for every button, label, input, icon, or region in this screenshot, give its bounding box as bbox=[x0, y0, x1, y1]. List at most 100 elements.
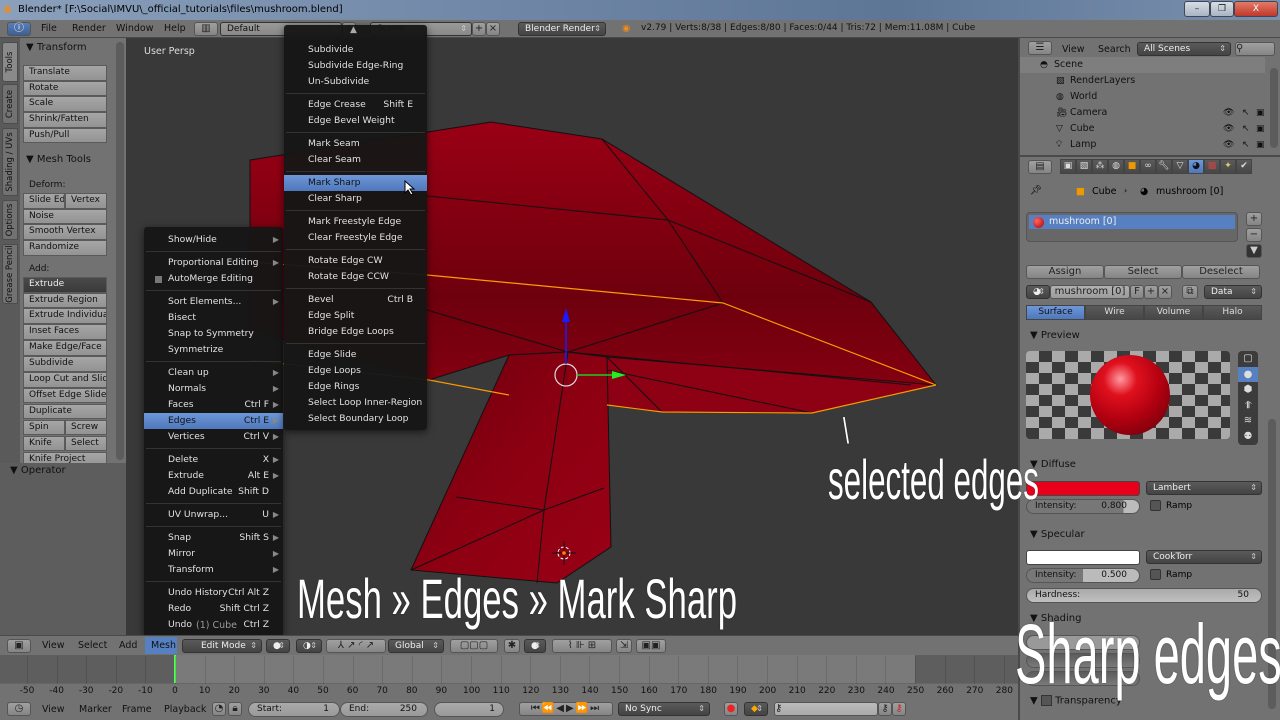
menu-window[interactable]: Window bbox=[116, 23, 153, 34]
add-slot-button[interactable]: + bbox=[1246, 212, 1262, 226]
menu-item-rotate-edge-ccw[interactable]: Rotate Edge CCW bbox=[284, 269, 427, 285]
menu-item-redo[interactable]: Redo Shift Ctrl Z bbox=[144, 601, 283, 617]
new-material-button[interactable]: + bbox=[1144, 285, 1158, 299]
properties-editor-icon[interactable]: ▤ bbox=[1028, 160, 1052, 174]
tool-offset-edge-slide-button[interactable]: Offset Edge Slide bbox=[23, 387, 107, 404]
tool-translate-button[interactable]: Translate bbox=[23, 65, 107, 81]
menu-item-undo-history[interactable]: Undo History Ctrl Alt Z bbox=[144, 585, 283, 601]
layout-icon[interactable]: ▥ bbox=[194, 22, 218, 36]
outliner-editor-icon[interactable]: ☰ bbox=[1028, 41, 1052, 55]
menu-item-select-loop-inner-region[interactable]: Select Loop Inner-Region bbox=[284, 395, 427, 411]
outliner-item-scene[interactable]: ◓ Scene bbox=[1020, 57, 1265, 73]
diffuse-color-swatch[interactable] bbox=[1026, 481, 1140, 496]
close-button[interactable]: X bbox=[1234, 1, 1278, 17]
preview-type-buttons[interactable]: ▢ ● ⬢ ⥣ ≋ ⚉ bbox=[1238, 351, 1258, 445]
unlink-material-button[interactable]: × bbox=[1158, 285, 1172, 299]
menu-item-rotate-edge-cw[interactable]: Rotate Edge CW bbox=[284, 253, 427, 269]
keying-icon[interactable]: ◔ bbox=[212, 702, 226, 716]
menu-item-sort-elements-[interactable]: Sort Elements... ▶ bbox=[144, 294, 283, 310]
menu-item-edge-slide[interactable]: Edge Slide bbox=[284, 347, 427, 363]
material-tab-volume[interactable]: Volume bbox=[1144, 305, 1203, 320]
pin-icon[interactable]: 📌︎ bbox=[1030, 185, 1042, 196]
tool-loop-cut-and-slide-button[interactable]: Loop Cut and Slide bbox=[23, 372, 107, 388]
transform-panel-header[interactable]: ▼ Transform bbox=[26, 42, 87, 53]
tool-subdivide-button[interactable]: Subdivide bbox=[23, 356, 107, 372]
menu-item-subdivide-edge-ring[interactable]: Subdivide Edge-Ring bbox=[284, 58, 427, 74]
outliner-filter-selector[interactable]: All Scenes bbox=[1137, 42, 1231, 56]
start-frame-field[interactable]: Start: 1 bbox=[248, 702, 340, 717]
deselect-button[interactable]: Deselect bbox=[1182, 265, 1260, 279]
menu-item-bridge-edge-loops[interactable]: Bridge Edge Loops bbox=[284, 324, 427, 340]
record-button[interactable]: ● bbox=[724, 702, 738, 716]
tool-scale-button[interactable]: Scale bbox=[23, 96, 107, 112]
tl-menu-marker[interactable]: Marker bbox=[79, 704, 112, 715]
menu-item-uv-unwrap-[interactable]: UV Unwrap... U ▶ bbox=[144, 507, 283, 523]
snap-buttons[interactable]: ⌇ ⊪ ⊞ bbox=[552, 639, 612, 653]
menu-item-extrude[interactable]: Extrude Alt E ▶ bbox=[144, 468, 283, 484]
world-tab-icon[interactable]: ◍ bbox=[1108, 159, 1124, 174]
layer-button[interactable]: ⇲ bbox=[616, 639, 632, 653]
tool-select-button[interactable]: Select bbox=[65, 435, 107, 452]
assign-button[interactable]: Assign bbox=[1026, 265, 1104, 279]
tool-inset-faces-button[interactable]: Inset Faces bbox=[23, 324, 107, 340]
tab-tools[interactable]: Tools bbox=[2, 42, 18, 82]
visibility-icon[interactable]: 👁︎ bbox=[1223, 105, 1234, 121]
checkbox[interactable] bbox=[155, 276, 162, 283]
outliner-item-lamp[interactable]: 💡︎ Lamp 👁︎ ↖ ▣ bbox=[1020, 137, 1265, 153]
visibility-icon[interactable]: 👁︎ bbox=[1223, 137, 1234, 153]
menu-item-snap-to-symmetry[interactable]: Snap to Symmetry bbox=[144, 326, 283, 342]
outliner-search-field[interactable]: ⚲ bbox=[1235, 42, 1275, 56]
tl-menu-playback[interactable]: Playback bbox=[164, 704, 206, 715]
tool-noise-button[interactable]: Noise bbox=[23, 208, 107, 225]
hardness-field[interactable]: Hardness: 50 bbox=[1026, 588, 1262, 603]
renderable-icon[interactable]: ▣ bbox=[1256, 105, 1265, 121]
menu-item-proportional-editing[interactable]: Proportional Editing ▶ bbox=[144, 255, 283, 271]
playback-controls[interactable]: ⏮⏪◀▶⏩⏭ bbox=[519, 702, 613, 716]
orientation-selector[interactable]: Global bbox=[388, 639, 444, 653]
proportional-selector[interactable]: ● bbox=[524, 639, 546, 653]
extrude-dropdown[interactable]: Extrude bbox=[23, 277, 107, 293]
menu-item-edge-split[interactable]: Edge Split bbox=[284, 308, 427, 324]
selectable-icon[interactable]: ↖ bbox=[1242, 105, 1250, 121]
tl-menu-view[interactable]: View bbox=[42, 704, 65, 715]
selectable-icon[interactable]: ↖ bbox=[1242, 137, 1250, 153]
material-slot[interactable]: mushroom [0] bbox=[1029, 215, 1235, 229]
tool-screw-button[interactable]: Screw bbox=[65, 419, 107, 436]
editor-type-icon[interactable]: ▣ bbox=[7, 639, 31, 653]
outliner-menu-view[interactable]: View bbox=[1062, 44, 1085, 55]
occlude-button[interactable]: ✱ bbox=[504, 639, 520, 653]
menu-item-un-subdivide[interactable]: Un-Subdivide bbox=[284, 74, 427, 90]
menu-item-bevel[interactable]: Bevel Ctrl B bbox=[284, 292, 427, 308]
tool-duplicate-button[interactable]: Duplicate bbox=[23, 403, 107, 420]
diffuse-intensity-slider[interactable]: Intensity: 0.800 bbox=[1026, 499, 1140, 514]
menu-view[interactable]: View bbox=[42, 640, 65, 651]
lock-icon[interactable]: 🔒︎ bbox=[228, 702, 242, 716]
menu-item-mirror[interactable]: Mirror ▶ bbox=[144, 546, 283, 562]
texture-tab-icon[interactable]: ▩ bbox=[1204, 159, 1220, 174]
menu-mesh[interactable]: Mesh bbox=[145, 637, 177, 654]
timeline-editor-icon[interactable]: ◷ bbox=[7, 702, 31, 716]
tool-extrude-individual-button[interactable]: Extrude Individual bbox=[23, 308, 107, 324]
material-link-selector[interactable]: Data bbox=[1204, 285, 1262, 299]
maximize-button[interactable]: ❐ bbox=[1210, 1, 1234, 17]
outliner-item-camera[interactable]: 🎥︎ Camera 👁︎ ↖ ▣ bbox=[1020, 105, 1265, 121]
menu-item-clear-seam[interactable]: Clear Seam bbox=[284, 152, 427, 168]
delete-keyframe-button[interactable]: ⚷ bbox=[892, 702, 906, 716]
outliner-menu-search[interactable]: Search bbox=[1098, 44, 1131, 55]
operator-panel-header[interactable]: ▼ Operator bbox=[10, 465, 66, 476]
select-mode-buttons[interactable]: ▢▢▢ bbox=[450, 639, 498, 653]
material-tab-wire[interactable]: Wire bbox=[1085, 305, 1144, 320]
menu-item-clean-up[interactable]: Clean up ▶ bbox=[144, 365, 283, 381]
tool-extrude-region-button[interactable]: Extrude Region bbox=[23, 292, 107, 308]
tool-vertex-button[interactable]: Vertex bbox=[65, 193, 107, 209]
tl-menu-frame[interactable]: Frame bbox=[122, 704, 152, 715]
slot-specials-button[interactable]: ▼ bbox=[1246, 244, 1262, 258]
specular-shader-selector[interactable]: CookTorr bbox=[1146, 550, 1262, 564]
tool-make-edge-face-button[interactable]: Make Edge/Face bbox=[23, 340, 107, 356]
specular-intensity-slider[interactable]: Intensity: 0.500 bbox=[1026, 568, 1140, 583]
tool-rotate-button[interactable]: Rotate bbox=[23, 80, 107, 97]
menu-item-edge-loops[interactable]: Edge Loops bbox=[284, 363, 427, 379]
object-tab-icon[interactable]: ■ bbox=[1124, 159, 1140, 174]
timeline-ruler[interactable]: -50 -40 -30 -20 -10 0 10 20 30 40 50 60 70 80 90 100 110… bbox=[0, 656, 1018, 699]
physics-tab-icon[interactable]: ✔ bbox=[1236, 159, 1252, 174]
